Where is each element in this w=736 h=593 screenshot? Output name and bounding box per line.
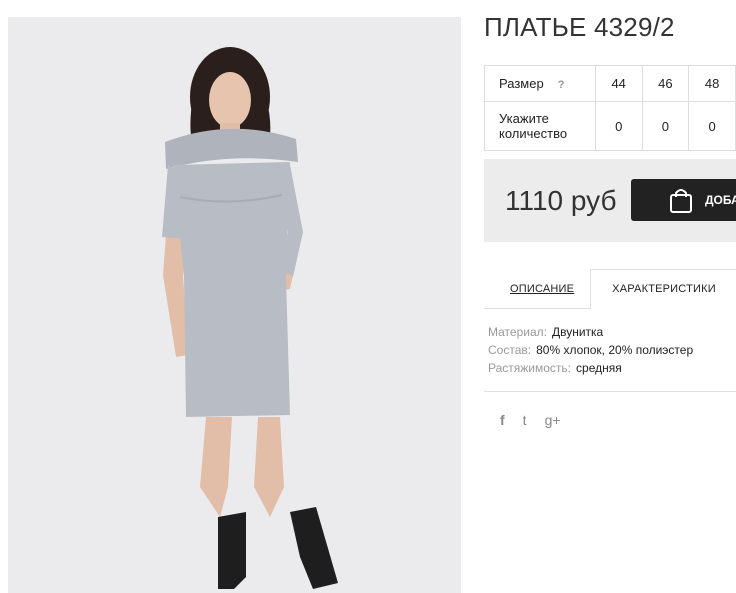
buy-box: 1110 руб ДОБА: [484, 159, 736, 242]
social-share: f t g+: [500, 412, 579, 428]
quantity-input-44[interactable]: 0: [594, 101, 643, 151]
size-help-icon[interactable]: ?: [558, 79, 565, 91]
section-divider: [484, 391, 736, 392]
product-photo[interactable]: [8, 17, 461, 593]
spec-row: Состав: 80% хлопок, 20% полиэстер: [488, 341, 693, 359]
size-46: 46: [641, 65, 690, 102]
quantity-input-48[interactable]: 0: [688, 101, 736, 151]
add-to-cart-button[interactable]: ДОБА: [631, 179, 736, 221]
quantity-label: Укажите количество: [484, 101, 596, 151]
spec-value: 80% хлопок, 20% полиэстер: [536, 343, 694, 357]
spec-key: Состав:: [488, 343, 532, 357]
size-48: 48: [688, 65, 736, 102]
specs-list: Материал: Двунитка Состав: 80% хлопок, 20%…: [488, 323, 693, 377]
quantity-input-46[interactable]: 0: [641, 101, 690, 151]
product-title: ПЛАТЬЕ 4329/2: [484, 12, 675, 42]
google-plus-icon[interactable]: g+: [545, 412, 561, 428]
size-label-cell: Размер?: [484, 65, 596, 102]
spec-value: Двунитка: [551, 325, 604, 339]
tab-description[interactable]: ОПИСАНИЕ: [510, 283, 574, 295]
add-to-cart-label: ДОБА: [705, 193, 736, 207]
twitter-icon[interactable]: t: [523, 412, 527, 428]
size-quantity-table: Размер? 44 46 48 Укажите количество 0 0 …: [484, 65, 736, 151]
tab-characteristics[interactable]: ХАРАКТЕРИСТИКИ: [590, 269, 736, 310]
spec-row: Растяжимость: средняя: [488, 359, 693, 377]
spec-row: Материал: Двунитка: [488, 323, 693, 341]
spec-value: средняя: [576, 361, 622, 375]
quantity-label-text: Укажите количество: [499, 111, 568, 141]
spec-key: Материал:: [488, 325, 547, 339]
facebook-icon[interactable]: f: [500, 412, 505, 428]
spec-key: Растяжимость:: [488, 361, 572, 375]
product-tabs: ОПИСАНИЕ ХАРАКТЕРИСТИКИ: [484, 269, 736, 310]
size-44: 44: [594, 65, 643, 102]
price: 1110 руб: [505, 185, 617, 216]
shopping-bag-icon: [670, 189, 692, 213]
size-label: Размер: [499, 76, 544, 91]
